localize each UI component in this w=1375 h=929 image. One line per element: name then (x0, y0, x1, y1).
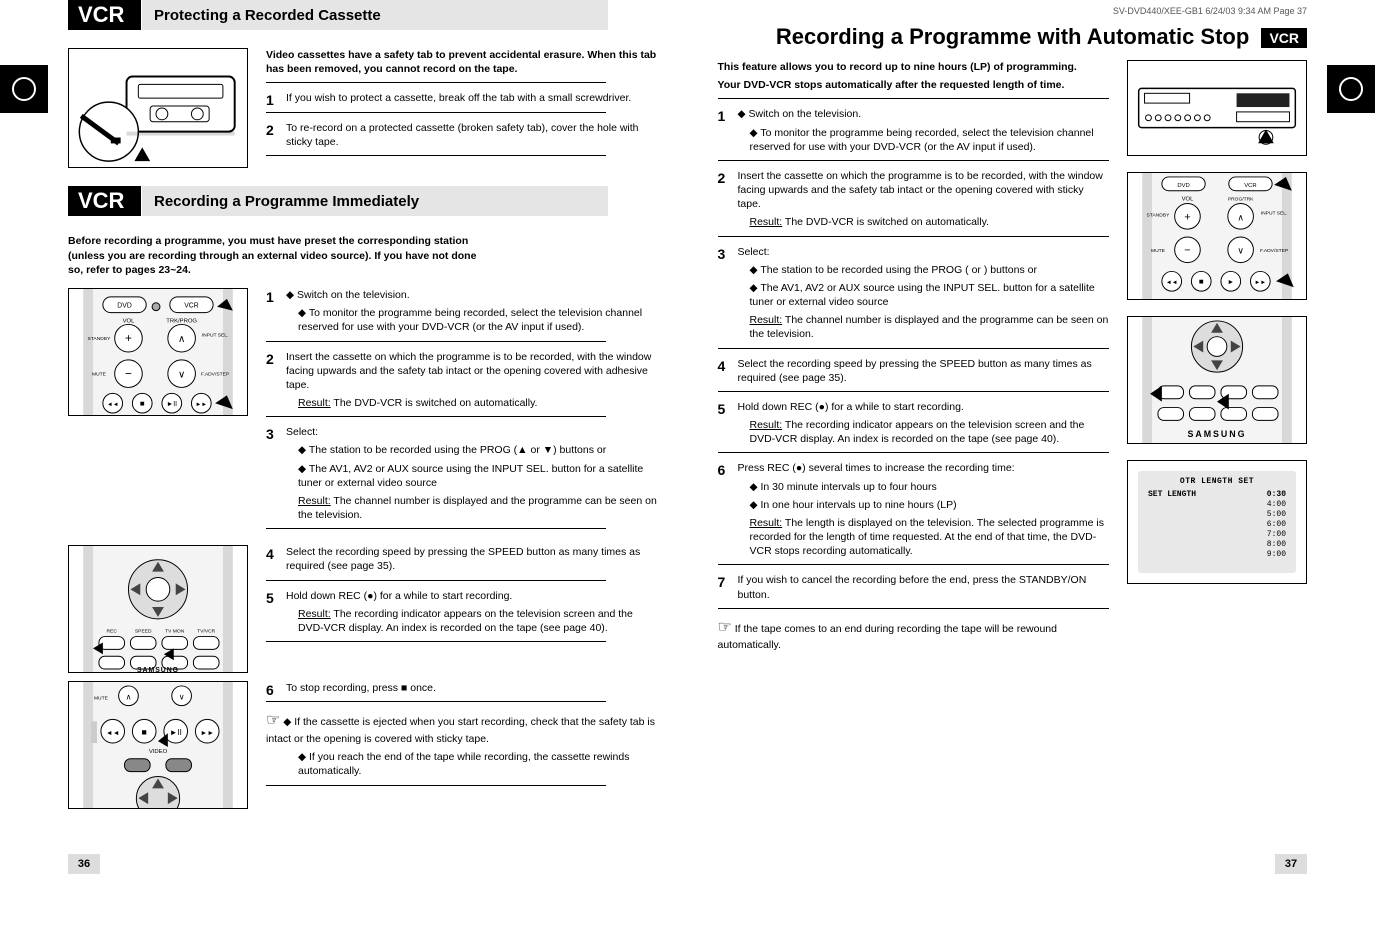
svg-text:∨: ∨ (179, 693, 185, 702)
right-figures: DVD VCR VOL PROG/TRK + − ∧ ∨ STANDBY INP… (1127, 60, 1307, 657)
figure-remote-top: DVD VCR + − ∧ ∨ VOL TRK/PROG STANDBY INP… (68, 288, 248, 416)
svg-text:INPUT SEL.: INPUT SEL. (202, 332, 229, 338)
section-bar-protect: VCR Protecting a Recorded Cassette (68, 0, 608, 30)
svg-text:∧: ∧ (178, 334, 185, 345)
svg-text:SAMSUNG: SAMSUNG (137, 667, 179, 672)
osd-otr-length: OTR LENGTH SET SET LENGTH0:30 4:00 5:00 … (1127, 460, 1307, 584)
page-title: Recording a Programme with Automatic Sto… (718, 24, 1308, 50)
svg-text:VIDEO: VIDEO (149, 749, 168, 755)
svg-text:►II: ►II (166, 401, 177, 408)
svg-text:∨: ∨ (178, 370, 185, 381)
svg-text:TRK/PROG: TRK/PROG (166, 319, 197, 325)
svg-text:►: ► (1227, 279, 1234, 286)
svg-text:MUTE: MUTE (1151, 248, 1166, 254)
section-b-intro: Before recording a programme, you must h… (68, 234, 488, 278)
steps-6-notes: 6To stop recording, press ■ once. ☞ ◆ If… (266, 681, 658, 809)
svg-text:−: − (1184, 245, 1190, 257)
svg-text:F.ADV/STEP: F.ADV/STEP (201, 372, 230, 378)
section-title: Protecting a Recorded Cassette (142, 0, 608, 30)
svg-text:►►: ►► (195, 402, 207, 408)
figure-remote-mid: REC SPEED TV MON TV/VCR SAMSUNG (68, 545, 248, 673)
svg-text:■: ■ (1199, 277, 1204, 286)
svg-text:VCR: VCR (1244, 183, 1256, 189)
svg-text:REC: REC (107, 629, 118, 635)
steps-4-5: 4Select the recording speed by pressing … (266, 545, 658, 673)
svg-text:►►: ►► (1254, 280, 1266, 286)
svg-text:SAMSUNG: SAMSUNG (1188, 429, 1247, 439)
svg-text:►►: ►► (200, 730, 214, 737)
svg-text:TV/VCR: TV/VCR (197, 629, 215, 635)
figure-cassette-tab (68, 48, 248, 168)
section-badge-b: VCR (68, 186, 142, 216)
figure-remote-bottom: ∧ ∨ MUTE ◄◄ ■ ►II ►► VIDEO (68, 681, 248, 809)
page-37: SV-DVD440/XEE-GB1 6/24/03 9:34 AM Page 3… (688, 0, 1375, 929)
svg-text:VOL: VOL (123, 319, 136, 325)
svg-text:◄◄: ◄◄ (106, 730, 120, 737)
svg-text:TV MON: TV MON (165, 629, 185, 635)
svg-text:DVD: DVD (117, 303, 132, 310)
section-a-text: Video cassettes have a safety tab to pre… (266, 48, 658, 168)
svg-text:◄◄: ◄◄ (1166, 280, 1178, 286)
svg-text:PROG/TRK: PROG/TRK (1228, 197, 1254, 203)
svg-text:∨: ∨ (1237, 246, 1243, 256)
svg-text:+: + (125, 331, 132, 345)
print-header: SV-DVD440/XEE-GB1 6/24/03 9:34 AM Page 3… (718, 6, 1308, 16)
svg-text:MUTE: MUTE (94, 696, 109, 702)
svg-text:■: ■ (140, 399, 145, 408)
page-36: VCR Protecting a Recorded Cassette (0, 0, 688, 929)
figure-remote-r1: DVD VCR VOL PROG/TRK + − ∧ ∨ STANDBY INP… (1127, 172, 1307, 300)
page-number-right: 37 (1275, 854, 1307, 874)
figure-remote-r2: SAMSUNG (1127, 316, 1307, 444)
svg-text:−: − (125, 367, 132, 381)
svg-text:VOL: VOL (1182, 197, 1195, 203)
section-badge: VCR (68, 0, 142, 30)
section-title-b: Recording a Programme Immediately (142, 186, 608, 216)
svg-text:DVD: DVD (1177, 183, 1189, 189)
svg-text:■: ■ (142, 727, 147, 737)
svg-text:+: + (1184, 211, 1190, 223)
svg-text:∧: ∧ (1237, 212, 1243, 222)
right-steps: This feature allows you to record up to … (718, 60, 1110, 657)
svg-text:INPUT SEL.: INPUT SEL. (1261, 210, 1288, 216)
svg-text:STANDBY: STANDBY (1147, 212, 1171, 218)
steps-1-3: 1◆ Switch on the television. ◆ To monito… (266, 288, 658, 537)
svg-text:◄◄: ◄◄ (107, 402, 119, 408)
svg-text:STANDBY: STANDBY (88, 336, 112, 342)
section-bar-record: VCR Recording a Programme Immediately (68, 186, 608, 216)
svg-text:►II: ►II (170, 728, 182, 737)
svg-text:MUTE: MUTE (92, 372, 107, 378)
svg-text:SPEED: SPEED (135, 629, 152, 635)
figure-vcr-front (1127, 60, 1307, 156)
svg-text:F.ADV/STEP: F.ADV/STEP (1260, 248, 1289, 254)
svg-text:∧: ∧ (126, 693, 132, 702)
svg-text:VCR: VCR (184, 303, 199, 310)
page-number-left: 36 (68, 854, 100, 874)
